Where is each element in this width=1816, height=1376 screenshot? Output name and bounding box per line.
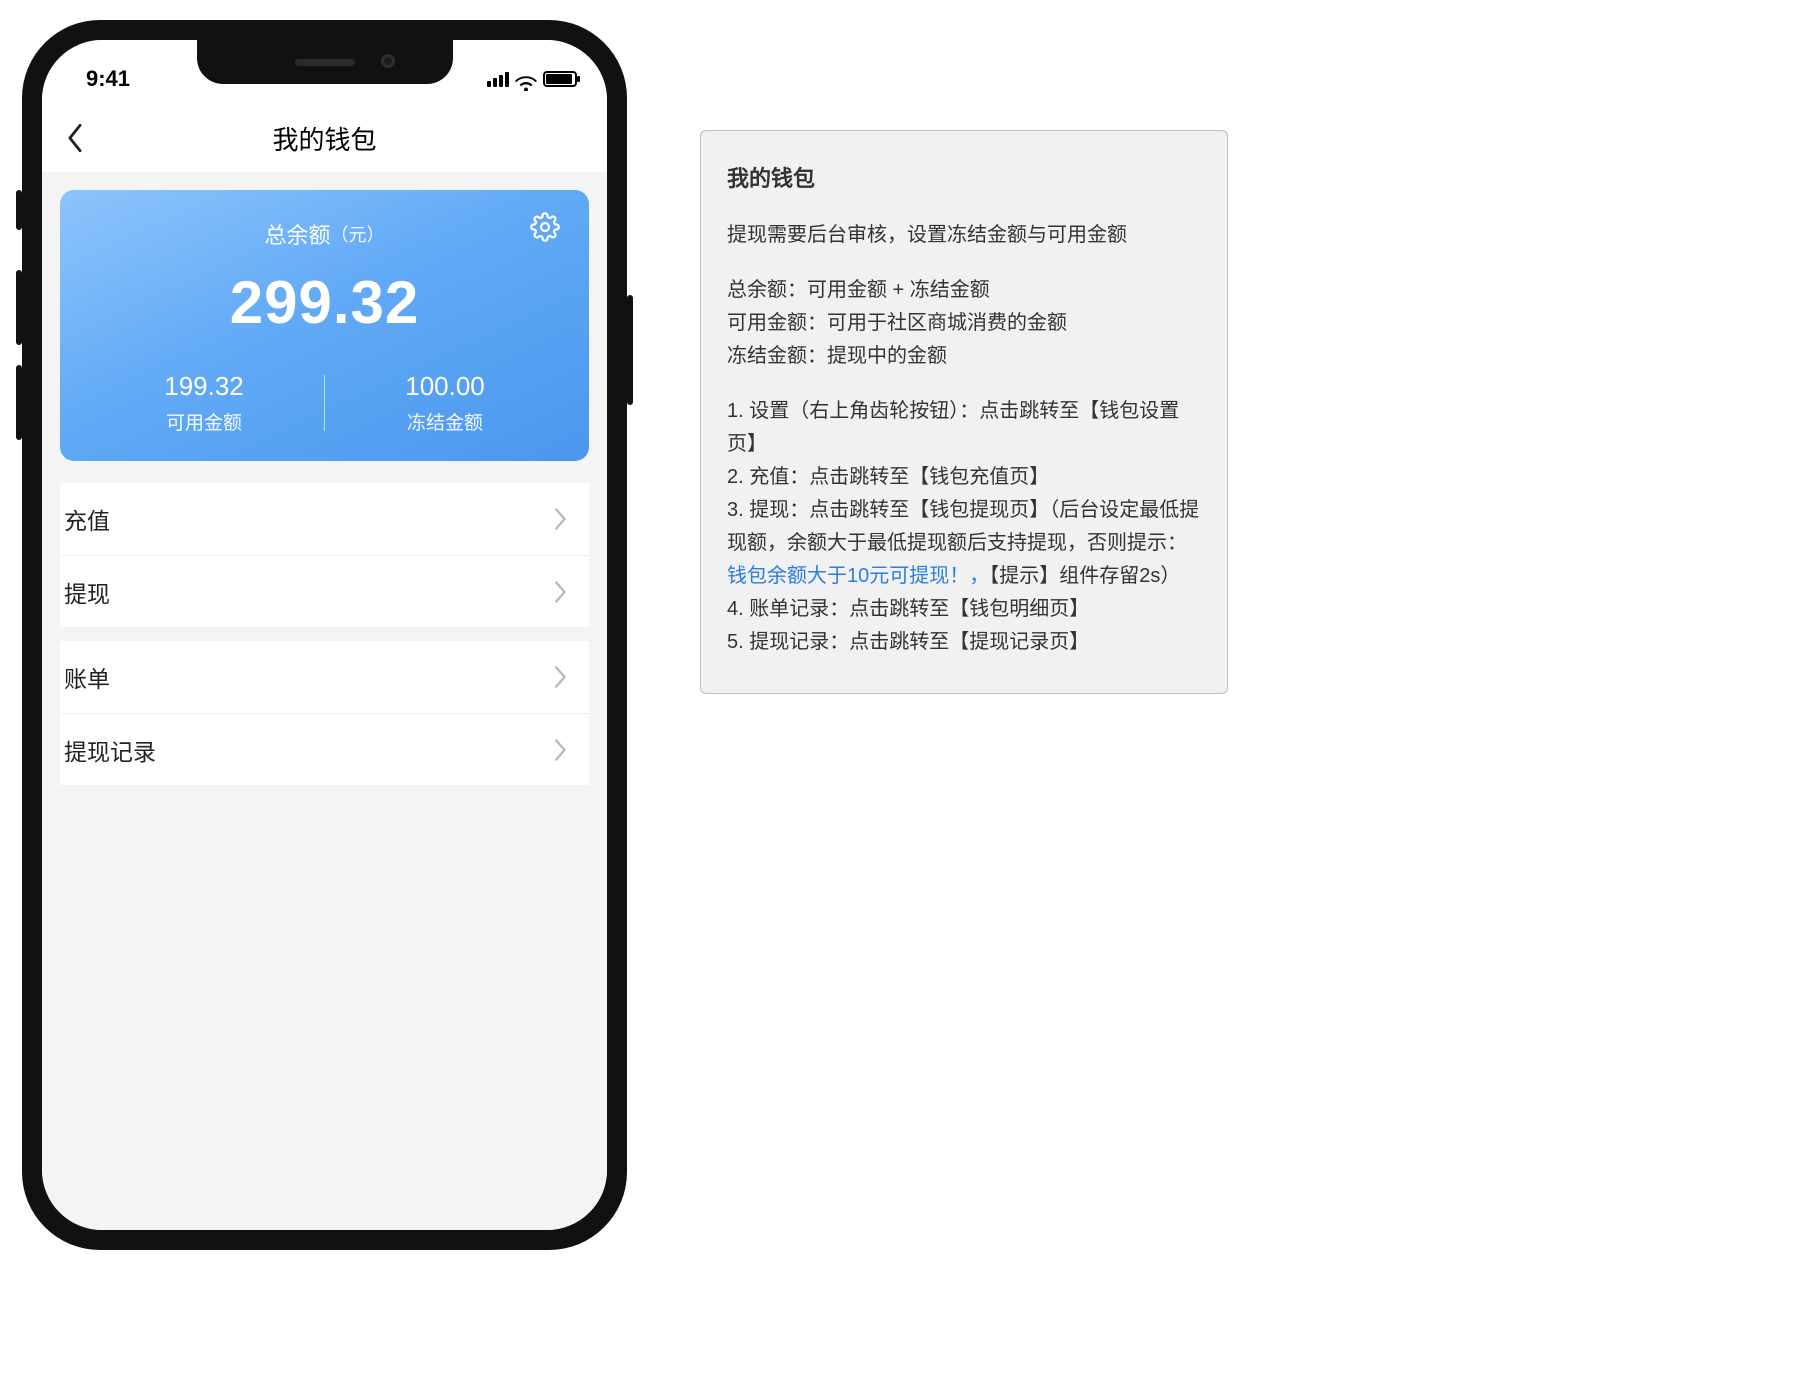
withdraw-label: 提现	[64, 575, 110, 609]
gear-icon	[530, 212, 560, 248]
annotation-def-1: 总余额：可用金额 + 冻结金额	[727, 274, 1201, 307]
phone-notch	[197, 40, 453, 84]
bill-row[interactable]: 账单	[60, 641, 589, 713]
phone-camera	[381, 54, 395, 68]
back-button[interactable]	[60, 123, 90, 153]
page-title: 我的钱包	[272, 120, 376, 157]
frozen-balance-value: 100.00	[325, 371, 565, 402]
total-balance: 299.32	[84, 268, 565, 337]
available-balance-block: 199.32 可用金额	[84, 371, 324, 435]
status-time: 9:41	[86, 66, 130, 92]
annotation-defs: 总余额：可用金额 + 冻结金额 可用金额：可用于社区商城消费的金额 冻结金额：提…	[727, 274, 1201, 373]
withdraw-row[interactable]: 提现	[60, 555, 589, 627]
settings-button[interactable]	[529, 214, 561, 246]
phone-side-button	[627, 295, 633, 405]
annotation-def-3: 冻结金额：提现中的金额	[727, 340, 1201, 373]
action-list-1: 充值 提现	[60, 483, 589, 627]
chevron-right-icon	[555, 666, 567, 688]
annotation-item-2: 2. 充值：点击跳转至【钱包充值页】	[727, 461, 1201, 494]
phone-side-button	[16, 365, 22, 440]
annotation-panel: 我的钱包 提现需要后台审核，设置冻结金额与可用金额 总余额：可用金额 + 冻结金…	[700, 130, 1228, 694]
battery-icon	[543, 71, 577, 87]
annotation-intro: 提现需要后台审核，设置冻结金额与可用金额	[727, 219, 1201, 252]
chevron-right-icon	[555, 739, 567, 761]
bill-label: 账单	[64, 660, 110, 694]
annotation-item-3: 3. 提现：点击跳转至【钱包提现页】（后台设定最低提现额，余额大于最低提现额后支…	[727, 494, 1201, 593]
recharge-row[interactable]: 充值	[60, 483, 589, 555]
frozen-balance-label: 冻结金额	[325, 408, 565, 435]
signal-icon	[487, 71, 509, 87]
recharge-label: 充值	[64, 502, 110, 536]
phone-side-button	[16, 190, 22, 230]
phone-speaker	[295, 59, 355, 66]
chevron-right-icon	[555, 581, 567, 603]
balance-unit: （元）	[331, 221, 385, 247]
annotation-item-3-link: 钱包余额大于10元可提现！，	[727, 565, 989, 587]
balance-title: 总余额	[264, 218, 330, 250]
screen-body: 总余额 （元） 299.32	[42, 172, 607, 1230]
available-balance-label: 可用金额	[84, 408, 324, 435]
available-balance-value: 199.32	[84, 371, 324, 402]
annotation-list: 1. 设置（右上角齿轮按钮）：点击跳转至【钱包设置页】 2. 充值：点击跳转至【…	[727, 395, 1201, 659]
frozen-balance-block: 100.00 冻结金额	[325, 371, 565, 435]
phone-screen: 9:41 我的钱包	[42, 40, 607, 1230]
withdraw-log-row[interactable]: 提现记录	[60, 713, 589, 785]
chevron-right-icon	[555, 508, 567, 530]
annotation-def-2: 可用金额：可用于社区商城消费的金额	[727, 307, 1201, 340]
annotation-item-4: 4. 账单记录：点击跳转至【钱包明细页】	[727, 593, 1201, 626]
wifi-icon	[515, 71, 537, 87]
annotation-item-3a: 3. 提现：点击跳转至【钱包提现页】（后台设定最低提现额，余额大于最低提现额后支…	[727, 499, 1199, 554]
annotation-item-1: 1. 设置（右上角齿轮按钮）：点击跳转至【钱包设置页】	[727, 395, 1201, 461]
phone-side-button	[16, 270, 22, 345]
nav-bar: 我的钱包	[42, 104, 607, 172]
annotation-item-3b: 【提示】组件存留2s）	[989, 565, 1180, 587]
annotation-item-5: 5. 提现记录：点击跳转至【提现记录页】	[727, 626, 1201, 659]
balance-card: 总余额 （元） 299.32	[60, 190, 589, 461]
status-indicators	[487, 71, 577, 87]
action-list-2: 账单 提现记录	[60, 641, 589, 785]
annotation-title: 我的钱包	[727, 161, 1201, 197]
phone-mockup: 9:41 我的钱包	[22, 20, 627, 1250]
phone-frame: 9:41 我的钱包	[22, 20, 627, 1250]
withdraw-log-label: 提现记录	[64, 733, 156, 767]
